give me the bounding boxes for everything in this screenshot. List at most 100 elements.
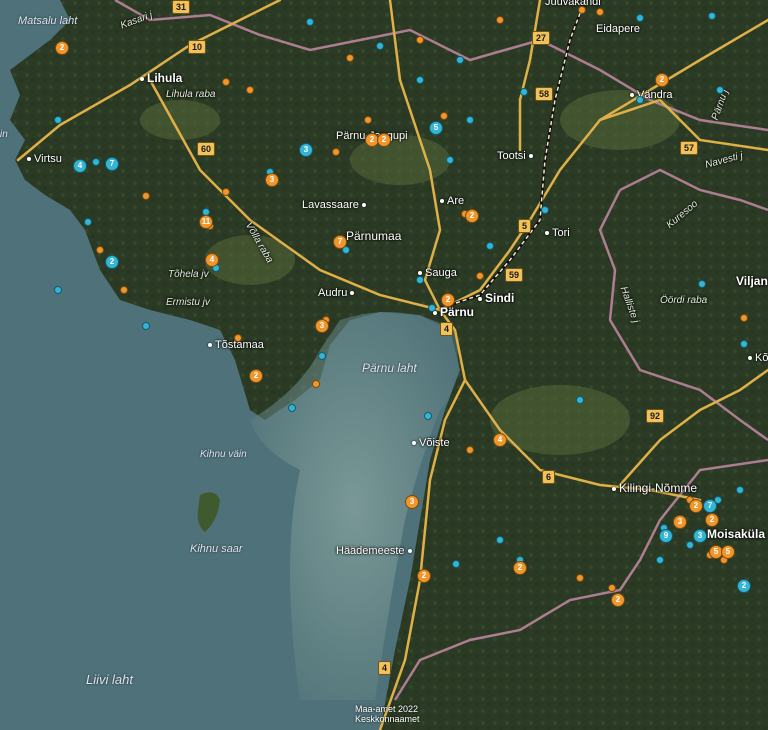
poi-marker[interactable]: [578, 6, 586, 14]
poi-marker[interactable]: [446, 156, 454, 164]
village-tootsi: Tootsi: [497, 151, 536, 162]
poi-marker[interactable]: [541, 206, 549, 214]
nature-oordi-raba: Öördi raba: [660, 295, 708, 306]
poi-marker[interactable]: [288, 404, 296, 412]
poi-marker[interactable]: [92, 158, 100, 166]
poi-marker[interactable]: [476, 272, 484, 280]
poi-marker[interactable]: [456, 56, 464, 64]
poi-marker[interactable]: [142, 192, 150, 200]
poi-marker[interactable]: [466, 116, 474, 124]
poi-cluster[interactable]: 4: [73, 159, 87, 173]
village-haademeeste: Häädemeeste: [336, 546, 415, 557]
poi-marker[interactable]: [142, 322, 150, 330]
poi-cluster[interactable]: 2: [249, 369, 263, 383]
poi-marker[interactable]: [686, 541, 694, 549]
poi-cluster[interactable]: 3: [265, 173, 279, 187]
poi-cluster[interactable]: 7: [703, 499, 717, 513]
poi-marker[interactable]: [736, 486, 744, 494]
poi-marker[interactable]: [54, 116, 62, 124]
poi-marker[interactable]: [452, 560, 460, 568]
town-sindi: Sindi: [478, 292, 514, 304]
poi-marker[interactable]: [84, 218, 92, 226]
poi-cluster[interactable]: 7: [333, 235, 347, 249]
poi-cluster[interactable]: 2: [417, 569, 431, 583]
poi-marker[interactable]: [576, 396, 584, 404]
village-voiste: Võiste: [412, 438, 450, 449]
town-parnu: Pärnu: [433, 306, 474, 318]
poi-cluster[interactable]: 9: [659, 529, 673, 543]
poi-cluster[interactable]: 3: [693, 529, 707, 543]
poi-cluster[interactable]: 7: [105, 157, 119, 171]
poi-marker[interactable]: [234, 334, 242, 342]
poi-marker[interactable]: [740, 314, 748, 322]
poi-marker[interactable]: [376, 42, 384, 50]
poi-marker[interactable]: [416, 276, 424, 284]
poi-cluster[interactable]: 2: [611, 593, 625, 607]
poi-cluster[interactable]: 2: [377, 133, 391, 147]
village-ko: Kõ: [748, 353, 768, 364]
poi-cluster[interactable]: 3: [315, 319, 329, 333]
village-lavassaare: Lavassaare: [302, 200, 369, 211]
poi-marker[interactable]: [486, 242, 494, 250]
poi-cluster[interactable]: 2: [689, 499, 703, 513]
poi-marker[interactable]: [608, 584, 616, 592]
village-parnumaa: Pärnumaa: [346, 229, 402, 243]
poi-marker[interactable]: [416, 76, 424, 84]
village-sauga: Sauga: [418, 268, 457, 279]
poi-marker[interactable]: [318, 352, 326, 360]
poi-cluster[interactable]: 4: [205, 253, 219, 267]
village-viljandi: Viljan: [736, 274, 768, 288]
route-shield-92: 92: [646, 409, 665, 423]
poi-marker[interactable]: [416, 36, 424, 44]
poi-marker[interactable]: [636, 96, 644, 104]
poi-cluster[interactable]: 5: [721, 545, 735, 559]
poi-marker[interactable]: [364, 116, 372, 124]
poi-cluster[interactable]: 4: [493, 433, 507, 447]
poi-marker[interactable]: [520, 88, 528, 96]
village-juuvakandi: Jüüvakandi: [545, 0, 601, 8]
poi-marker[interactable]: [716, 86, 724, 94]
poi-marker[interactable]: [496, 16, 504, 24]
poi-cluster[interactable]: 11: [199, 215, 213, 229]
poi-marker[interactable]: [496, 536, 504, 544]
poi-marker[interactable]: [346, 54, 354, 62]
poi-marker[interactable]: [54, 286, 62, 294]
poi-cluster[interactable]: 3: [673, 515, 687, 529]
poi-cluster[interactable]: 2: [55, 41, 69, 55]
attribution: Maa-amet 2022 Keskkonnaamet: [355, 704, 420, 724]
poi-cluster[interactable]: 3: [299, 143, 313, 157]
poi-marker[interactable]: [740, 340, 748, 348]
poi-cluster[interactable]: 2: [513, 561, 527, 575]
water-tohela: Tõhela jv: [168, 269, 209, 280]
poi-marker[interactable]: [120, 286, 128, 294]
poi-marker[interactable]: [466, 446, 474, 454]
poi-marker[interactable]: [222, 188, 230, 196]
poi-marker[interactable]: [332, 148, 340, 156]
poi-cluster[interactable]: 5: [429, 121, 443, 135]
poi-cluster[interactable]: 3: [405, 495, 419, 509]
route-shield-59: 59: [505, 268, 524, 282]
poi-cluster[interactable]: 2: [105, 255, 119, 269]
poi-marker[interactable]: [636, 14, 644, 22]
poi-marker[interactable]: [440, 112, 448, 120]
poi-marker[interactable]: [708, 12, 716, 20]
poi-marker[interactable]: [246, 86, 254, 94]
route-shield-4: 4: [440, 322, 454, 336]
poi-marker[interactable]: [96, 246, 104, 254]
poi-cluster[interactable]: 2: [737, 579, 751, 593]
poi-marker[interactable]: [656, 556, 664, 564]
poi-cluster[interactable]: 2: [705, 513, 719, 527]
village-eidapere: Eidapere: [596, 23, 641, 35]
poi-marker[interactable]: [306, 18, 314, 26]
poi-marker[interactable]: [222, 78, 230, 86]
poi-cluster[interactable]: 2: [441, 293, 455, 307]
poi-marker[interactable]: [698, 280, 706, 288]
map-view[interactable]: Matsalu laht Pärnu laht Kihnu väin Kihnu…: [0, 0, 768, 730]
poi-marker[interactable]: [424, 412, 432, 420]
poi-marker[interactable]: [576, 574, 584, 582]
poi-cluster[interactable]: 2: [655, 73, 669, 87]
poi-marker[interactable]: [596, 8, 604, 16]
poi-cluster[interactable]: 2: [465, 209, 479, 223]
poi-marker[interactable]: [312, 380, 320, 388]
poi-marker[interactable]: [428, 304, 436, 312]
